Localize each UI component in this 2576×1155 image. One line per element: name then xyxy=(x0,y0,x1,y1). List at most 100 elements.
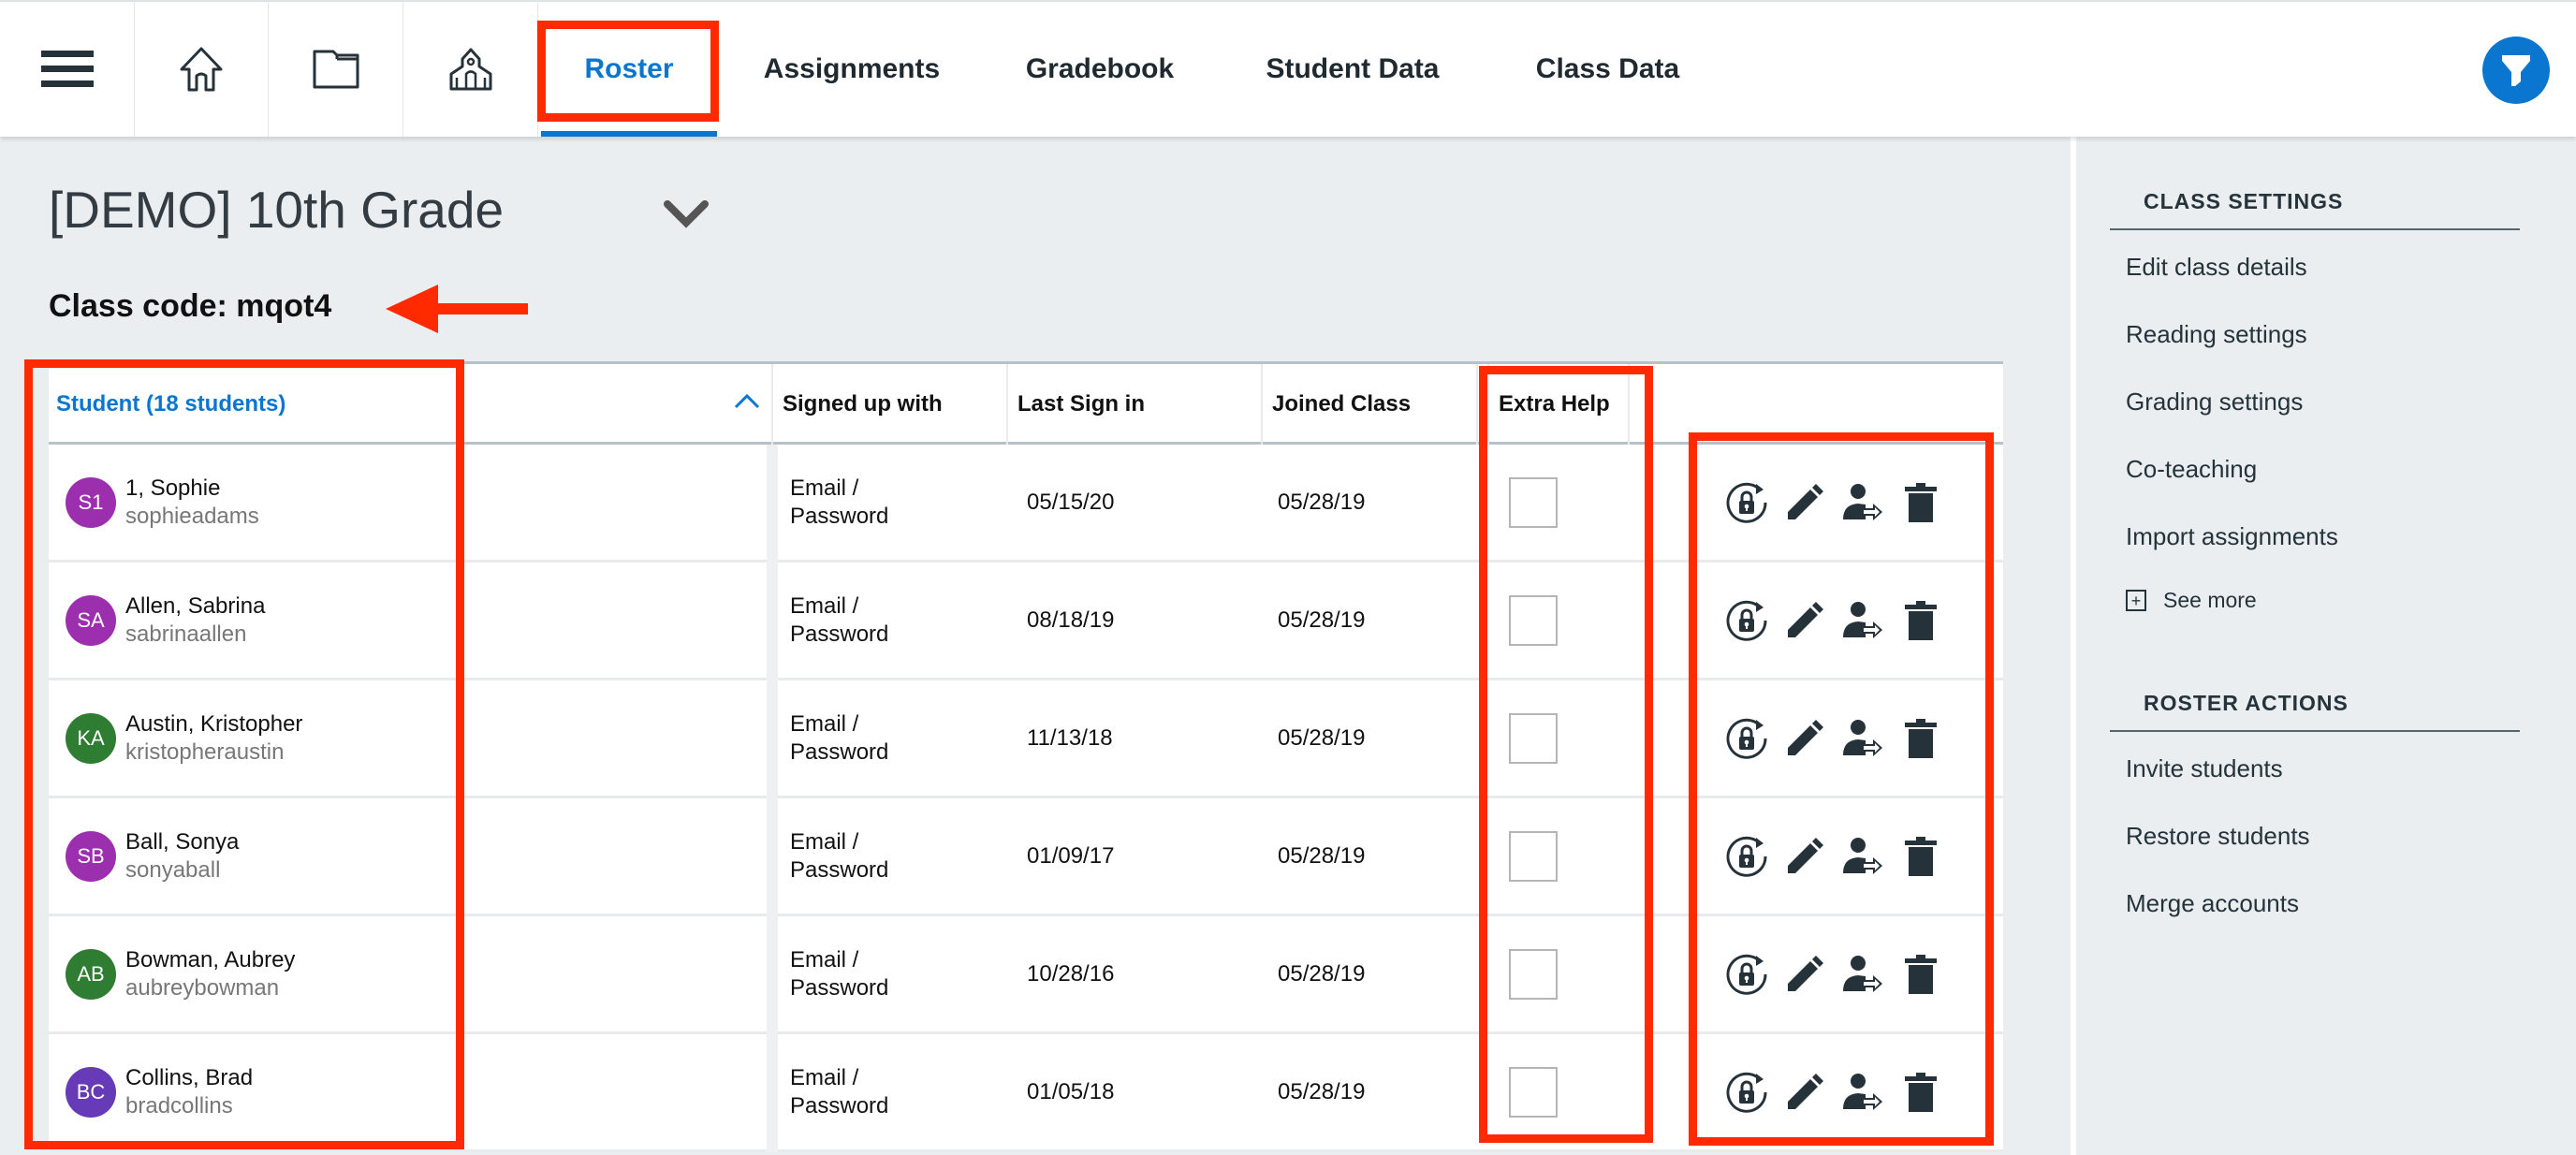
restore-students-link[interactable]: Restore students xyxy=(2126,822,2310,851)
school-button[interactable] xyxy=(403,2,538,137)
student-cell[interactable]: SB Ball, Sonya sonyaball xyxy=(49,798,767,914)
menu-button[interactable] xyxy=(0,2,135,137)
reading-settings-link[interactable]: Reading settings xyxy=(2126,320,2307,349)
move-student-icon[interactable] xyxy=(1840,834,1885,879)
student-cell[interactable]: S1 1, Sophie sophieadams xyxy=(49,445,767,560)
edit-icon[interactable] xyxy=(1782,598,1827,643)
edit-icon[interactable] xyxy=(1782,716,1827,761)
student-name[interactable]: Allen, Sabrina xyxy=(125,592,265,621)
extra-help-cell xyxy=(1509,563,1621,678)
reset-password-icon[interactable] xyxy=(1724,834,1769,879)
last-sign-in-cell: 05/15/20 xyxy=(1027,489,1115,515)
folder-button[interactable] xyxy=(269,2,403,137)
extra-help-cell xyxy=(1509,1034,1621,1149)
move-student-icon[interactable] xyxy=(1840,716,1885,761)
merge-accounts-link[interactable]: Merge accounts xyxy=(2126,889,2299,918)
reset-password-icon[interactable] xyxy=(1724,952,1769,997)
student-name[interactable]: Austin, Kristopher xyxy=(125,710,302,738)
import-assignments-link[interactable]: Import assignments xyxy=(2126,522,2338,551)
header-student-label: Student (18 students) xyxy=(56,391,286,417)
header-joined-class[interactable]: Joined Class xyxy=(1263,364,1478,445)
invite-students-link[interactable]: Invite students xyxy=(2126,754,2283,783)
edit-icon[interactable] xyxy=(1782,480,1827,525)
class-selector-dropdown[interactable] xyxy=(660,195,712,232)
co-teaching-link[interactable]: Co-teaching xyxy=(2126,455,2257,484)
student-name[interactable]: Collins, Brad xyxy=(125,1064,253,1092)
edit-icon[interactable] xyxy=(1782,952,1827,997)
main-content: [DEMO] 10th Grade Class code: mqot4 Stud… xyxy=(0,137,2071,1155)
student-username: sonyaball xyxy=(125,856,221,883)
delete-icon[interactable] xyxy=(1898,716,1943,761)
extra-help-checkbox[interactable] xyxy=(1509,476,1558,528)
header-student[interactable]: Student (18 students) xyxy=(49,364,769,445)
avatar: KA xyxy=(66,712,116,764)
grading-settings-link[interactable]: Grading settings xyxy=(2126,387,2303,417)
tab-assignments[interactable]: Assignments xyxy=(749,2,955,137)
student-cell[interactable]: SA Allen, Sabrina sabrinaallen xyxy=(49,563,767,678)
tab-label: Gradebook xyxy=(1025,53,1175,84)
home-icon xyxy=(180,47,222,92)
tab-class-data[interactable]: Class Data xyxy=(1521,2,1694,137)
move-student-icon[interactable] xyxy=(1840,1070,1885,1115)
header-signed-up-with[interactable]: Signed up with xyxy=(771,364,1008,445)
reset-password-icon[interactable] xyxy=(1724,1070,1769,1115)
student-name[interactable]: Ball, Sonya xyxy=(125,828,239,856)
signup-method: Email / xyxy=(790,475,859,501)
class-code: Class code: mqot4 xyxy=(49,288,332,324)
last-sign-in-cell: 01/09/17 xyxy=(1027,842,1115,869)
column-gap xyxy=(767,798,778,916)
move-student-icon[interactable] xyxy=(1840,480,1885,525)
move-student-icon[interactable] xyxy=(1840,598,1885,643)
joined-class-cell: 05/28/19 xyxy=(1278,960,1366,987)
see-more-button[interactable]: + See more xyxy=(2126,588,2257,613)
delete-icon[interactable] xyxy=(1898,952,1943,997)
student-cell[interactable]: AB Bowman, Aubrey aubreybowman xyxy=(49,916,767,1031)
student-name[interactable]: 1, Sophie xyxy=(125,475,259,503)
signup-method: Email / xyxy=(790,710,859,737)
extra-help-checkbox[interactable] xyxy=(1509,1066,1558,1118)
header-last-sign-in[interactable]: Last Sign in xyxy=(1008,364,1263,445)
tab-roster[interactable]: Roster xyxy=(541,2,717,137)
reset-password-icon[interactable] xyxy=(1724,716,1769,761)
tab-label: Roster xyxy=(584,53,674,84)
divider xyxy=(2110,730,2520,732)
row-actions xyxy=(1724,916,1968,1031)
header-extra-help[interactable]: Extra Help xyxy=(1487,364,1630,445)
filter-button[interactable] xyxy=(2482,37,2550,104)
student-cell[interactable]: BC Collins, Brad bradcollins xyxy=(49,1034,767,1149)
avatar: SA xyxy=(66,594,116,646)
sort-ascending-icon[interactable] xyxy=(734,392,760,409)
extra-help-cell xyxy=(1509,798,1621,914)
extra-help-checkbox[interactable] xyxy=(1509,594,1558,646)
extra-help-checkbox[interactable] xyxy=(1509,712,1558,764)
joined-class-cell: 05/28/19 xyxy=(1278,489,1366,515)
signup-method: Email / xyxy=(790,946,859,972)
extra-help-checkbox[interactable] xyxy=(1509,948,1558,1000)
extra-help-cell xyxy=(1509,916,1621,1031)
edit-icon[interactable] xyxy=(1782,834,1827,879)
edit-icon[interactable] xyxy=(1782,1070,1827,1115)
signed-up-with-cell: Email / Password xyxy=(790,916,1005,1031)
table-row: AB Bowman, Aubrey aubreybowman Email / P… xyxy=(49,916,2003,1034)
delete-icon[interactable] xyxy=(1898,1070,1943,1115)
table-row: BC Collins, Brad bradcollins Email / Pas… xyxy=(49,1034,2003,1152)
home-button[interactable] xyxy=(134,2,269,137)
edit-class-details-link[interactable]: Edit class details xyxy=(2126,253,2307,282)
reset-password-icon[interactable] xyxy=(1724,598,1769,643)
delete-icon[interactable] xyxy=(1898,480,1943,525)
student-name[interactable]: Bowman, Aubrey xyxy=(125,946,295,974)
tab-student-data[interactable]: Student Data xyxy=(1250,2,1456,137)
student-cell[interactable]: KA Austin, Kristopher kristopheraustin xyxy=(49,680,767,796)
delete-icon[interactable] xyxy=(1898,834,1943,879)
header-label: Last Sign in xyxy=(1017,391,1146,417)
table-row: SB Ball, Sonya sonyaball Email / Passwor… xyxy=(49,798,2003,916)
sidebar: CLASS SETTINGS Edit class details Readin… xyxy=(2076,137,2576,1155)
reset-password-icon[interactable] xyxy=(1724,480,1769,525)
student-username: sabrinaallen xyxy=(125,621,247,647)
tab-gradebook[interactable]: Gradebook xyxy=(1011,2,1189,137)
extra-help-checkbox[interactable] xyxy=(1509,830,1558,882)
row-actions xyxy=(1724,445,1968,560)
delete-icon[interactable] xyxy=(1898,598,1943,643)
expand-plus-icon: + xyxy=(2126,590,2146,611)
move-student-icon[interactable] xyxy=(1840,952,1885,997)
